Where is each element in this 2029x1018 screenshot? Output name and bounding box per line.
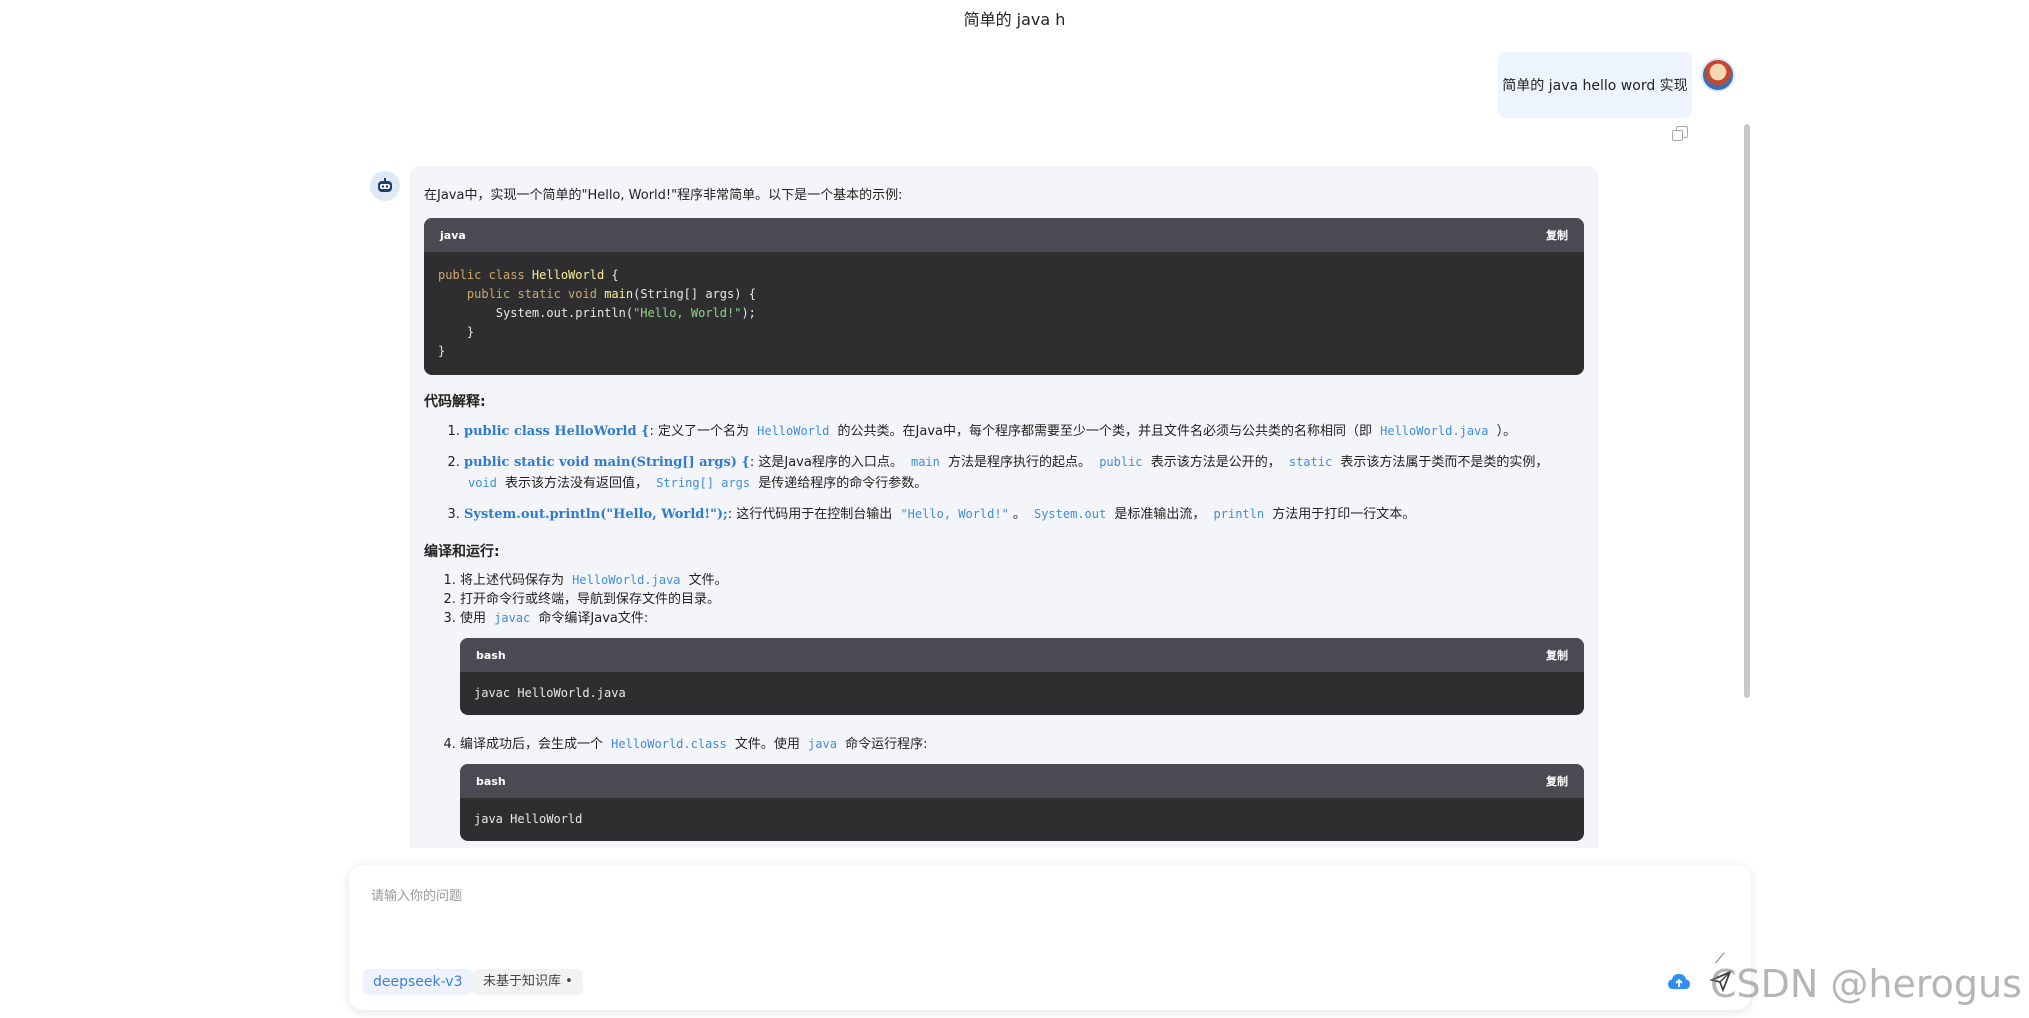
conversation-title: 简单的 java h — [963, 10, 1066, 29]
bash-code-block: bash 复制 javac HelloWorld.java — [460, 638, 1584, 715]
copy-code-button[interactable]: 复制 — [1546, 772, 1568, 791]
code-line: } — [438, 325, 475, 339]
copy-code-button[interactable]: 复制 — [1546, 646, 1568, 665]
code-block-header: java 复制 — [424, 218, 1584, 252]
code-block-header: bash 复制 — [460, 764, 1584, 798]
code-content: javac HelloWorld.java — [474, 686, 626, 700]
chat-page: 简单的 java h 简单的 java hello word 实现 在Java中… — [0, 0, 2029, 1018]
explain-title: 代码解释: — [424, 394, 486, 410]
bash-code-block: bash 复制 java HelloWorld — [460, 764, 1584, 841]
code-line: } — [438, 344, 446, 358]
explain-list: public class HelloWorld {: 定义了一个名为 Hello… — [464, 421, 1584, 525]
copy-code-button[interactable]: 复制 — [1546, 227, 1568, 243]
run-title: 编译和运行: — [424, 544, 500, 560]
assistant-intro: 在Java中，实现一个简单的"Hello, World!"程序非常简单。以下是一… — [424, 188, 903, 203]
cloud-upload-icon — [1668, 974, 1690, 989]
code-language-label: bash — [476, 648, 506, 662]
list-item: 打开命令行或终端，导航到保存文件的目录。 — [460, 590, 1584, 609]
list-item: 编译成功后，会生成一个 HelloWorld.class 文件。使用 java … — [460, 735, 1584, 841]
code-language-label: bash — [476, 774, 506, 788]
code-block-header: bash 复制 — [460, 638, 1584, 672]
steps-list: 将上述代码保存为 HelloWorld.java 文件。 打开命令行或终端，导航… — [460, 571, 1584, 841]
chat-input-box[interactable]: 请输入你的问题 ⟋ deepseek-v3 未基于知识库 • — [349, 865, 1751, 1010]
upload-icon[interactable] — [1667, 972, 1693, 992]
assistant-message: 在Java中，实现一个简单的"Hello, World!"程序非常简单。以下是一… — [410, 166, 1598, 848]
list-item: 将上述代码保存为 HelloWorld.java 文件。 — [460, 571, 1584, 590]
code-line: public class HelloWorld { — [438, 268, 619, 282]
code-content: java HelloWorld — [474, 812, 583, 826]
list-item: 使用 javac 命令编译Java文件: bash 复制 javac Hello… — [460, 609, 1584, 715]
watermark: CSDN @herogus丶 — [1710, 962, 2022, 1018]
model-selector[interactable]: deepseek-v3 — [363, 969, 473, 995]
code-language-label: java — [440, 228, 466, 242]
user-message-bubble: 简单的 java hello word 实现 — [1498, 52, 1692, 118]
code-content: public class HelloWorld { public static … — [424, 252, 1584, 375]
knowledge-base-selector[interactable]: 未基于知识库 • — [473, 969, 583, 995]
scrollbar[interactable] — [1744, 124, 1750, 698]
copy-icon[interactable] — [1672, 126, 1688, 141]
question-input[interactable]: 请输入你的问题 — [371, 885, 462, 904]
code-line: public static void main(String[] args) { — [466, 287, 756, 301]
user-avatar — [1701, 58, 1735, 92]
list-item: System.out.println("Hello, World!");: 这行… — [464, 504, 1584, 525]
java-code-block: java 复制 public class HelloWorld { public… — [424, 218, 1584, 375]
robot-icon — [378, 178, 392, 192]
list-item: public class HelloWorld {: 定义了一个名为 Hello… — [464, 421, 1584, 442]
list-item: public static void main(String[] args) {… — [464, 452, 1584, 494]
bot-avatar — [370, 171, 400, 201]
user-message-text: 简单的 java hello word 实现 — [1502, 78, 1688, 94]
code-line: System.out.println("Hello, World!"); — [438, 306, 756, 320]
